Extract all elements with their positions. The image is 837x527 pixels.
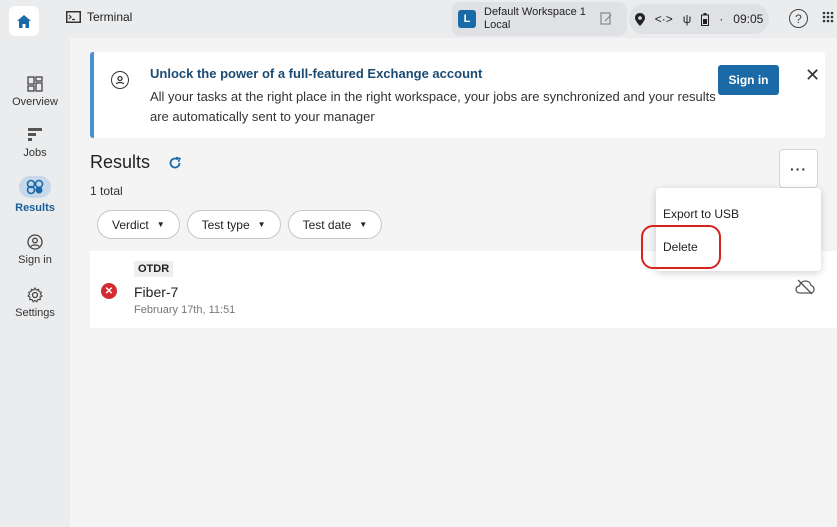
exchange-banner: Unlock the power of a full-featured Exch… [90, 52, 825, 138]
annotation-highlight [641, 225, 721, 269]
banner-description: All your tasks at the right place in the… [150, 89, 716, 124]
filter-label: Verdict [112, 217, 149, 232]
usb-icon: ψ [682, 12, 692, 26]
sidebar-item-overview[interactable]: Overview [0, 76, 70, 108]
apps-grid-icon[interactable] [822, 11, 834, 23]
more-options-button[interactable]: ··· [779, 149, 818, 188]
filter-verdict[interactable]: Verdict ▼ [97, 210, 180, 239]
account-icon [27, 234, 43, 250]
terminal-label: Terminal [87, 10, 133, 24]
sign-in-button[interactable]: Sign in [718, 65, 779, 95]
filter-label: Test type [201, 217, 250, 232]
home-button[interactable] [9, 6, 39, 36]
chevron-down-icon: ▼ [156, 220, 165, 229]
help-icon[interactable]: ? [789, 9, 808, 28]
result-date: February 17th, 11:51 [134, 304, 236, 316]
top-bar: Terminal L Default Workspace 1 Local <·>… [0, 0, 837, 38]
workspace-location: Local [484, 19, 511, 31]
refresh-icon[interactable] [168, 156, 182, 170]
home-icon [17, 14, 31, 28]
location-icon [634, 12, 645, 26]
sidebar: Overview Jobs Results Sign in Settings [0, 38, 70, 527]
terminal-icon [66, 11, 81, 23]
test-type-badge: OTDR [134, 261, 174, 277]
gear-icon [27, 287, 43, 303]
page-title: Results [90, 152, 151, 172]
battery-icon [701, 12, 710, 26]
sidebar-item-sign-in[interactable]: Sign in [0, 234, 70, 266]
cloud-off-icon [795, 279, 815, 295]
clock: 09:05 [733, 12, 764, 26]
workspace-name: Default Workspace 1 [484, 6, 586, 18]
workspace-badge: L [458, 10, 476, 28]
sidebar-item-label: Results [15, 202, 55, 214]
account-icon [111, 71, 129, 89]
chevron-down-icon: ▼ [359, 220, 368, 229]
dashboard-icon [27, 76, 43, 92]
status-separator: · [719, 12, 724, 26]
workspace-info: Default Workspace 1 Local [484, 6, 586, 32]
sidebar-item-label: Sign in [18, 254, 52, 266]
sidebar-item-settings[interactable]: Settings [0, 287, 70, 319]
edit-icon[interactable] [600, 12, 613, 25]
filter-bar: Verdict ▼ Test type ▼ Test date ▼ [97, 210, 383, 239]
fail-icon: ✕ [101, 283, 117, 299]
jobs-icon [28, 128, 42, 141]
filter-test-date[interactable]: Test date ▼ [287, 210, 383, 239]
chevron-down-icon: ▼ [257, 220, 266, 229]
filter-label: Test date [302, 217, 352, 232]
sidebar-item-results[interactable]: Results [0, 176, 70, 214]
sidebar-item-label: Settings [15, 307, 55, 319]
close-icon[interactable]: ✕ [805, 65, 820, 86]
workspace-selector[interactable]: L Default Workspace 1 Local [452, 2, 627, 36]
result-name: Fiber-7 [134, 284, 179, 300]
status-tray[interactable]: <·> ψ · 09:05 [629, 4, 769, 34]
banner-title: Unlock the power of a full-featured Exch… [150, 66, 483, 81]
results-count: 1 total [90, 184, 123, 198]
main-content: Unlock the power of a full-featured Exch… [70, 38, 837, 527]
sidebar-item-label: Jobs [23, 147, 47, 159]
menu-item-export-usb[interactable]: Export to USB [663, 207, 739, 221]
filter-test-type[interactable]: Test type ▼ [186, 210, 281, 239]
results-icon [19, 176, 51, 198]
sidebar-item-label: Overview [12, 96, 58, 108]
terminal-tab[interactable]: Terminal [66, 10, 132, 24]
network-icon: <·> [654, 12, 673, 26]
sidebar-item-jobs[interactable]: Jobs [0, 127, 70, 159]
